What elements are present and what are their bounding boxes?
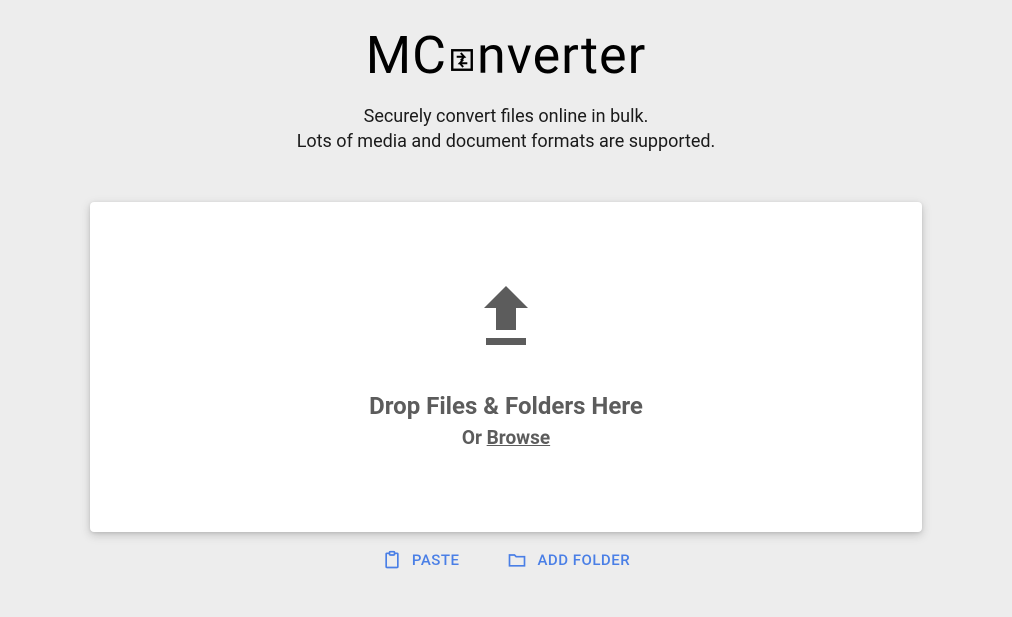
tagline-line2: Lots of media and document formats are s… xyxy=(297,129,716,154)
or-text: Or xyxy=(462,426,487,449)
main-container: MC nverter Securely convert files online… xyxy=(0,0,1012,570)
logo-text-prefix: MC xyxy=(366,25,447,86)
app-logo: MC nverter xyxy=(366,25,647,86)
convert-arrows-icon xyxy=(449,47,475,73)
action-row: PASTE ADD FOLDER xyxy=(382,550,630,570)
clipboard-icon xyxy=(382,550,402,570)
dropzone-subtitle: Or Browse xyxy=(462,426,550,449)
paste-button[interactable]: PASTE xyxy=(382,550,460,570)
logo-text-suffix: nverter xyxy=(477,25,646,86)
tagline: Securely convert files online in bulk. L… xyxy=(297,104,716,154)
file-dropzone[interactable]: Drop Files & Folders Here Or Browse xyxy=(90,202,922,532)
add-folder-label: ADD FOLDER xyxy=(537,551,630,569)
add-folder-button[interactable]: ADD FOLDER xyxy=(507,550,630,570)
browse-link[interactable]: Browse xyxy=(487,426,551,449)
folder-icon xyxy=(507,550,527,570)
upload-icon xyxy=(480,286,532,352)
paste-label: PASTE xyxy=(412,551,460,569)
tagline-line1: Securely convert files online in bulk. xyxy=(297,104,716,129)
dropzone-title: Drop Files & Folders Here xyxy=(369,392,643,420)
